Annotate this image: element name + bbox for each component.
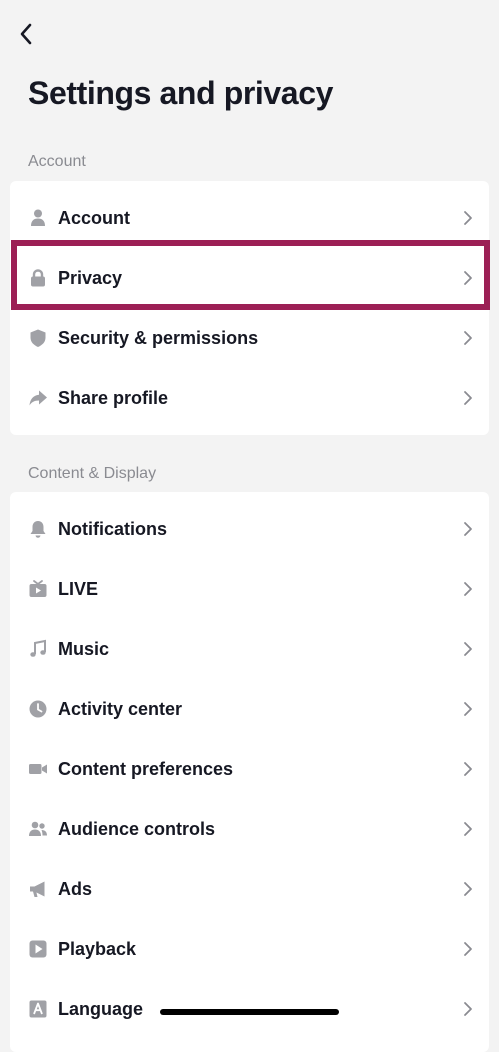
play-icon (28, 939, 48, 959)
shield-icon (28, 328, 48, 348)
chevron-right-icon (463, 941, 473, 957)
settings-item-label: Music (58, 639, 110, 659)
chevron-right-icon (463, 521, 473, 537)
section-header-content-display: Content & Display (28, 465, 157, 482)
settings-item-privacy[interactable]: Privacy (10, 248, 489, 308)
account-settings-card: Account Privacy Security & permissions S… (10, 181, 489, 435)
settings-item-label: Share profile (58, 388, 169, 408)
settings-item-activity-center[interactable]: Activity center (10, 679, 489, 739)
chevron-right-icon (463, 390, 473, 406)
megaphone-icon (28, 879, 48, 899)
settings-item-ads[interactable]: Ads (10, 859, 489, 919)
letter-a-icon (28, 999, 48, 1019)
chevron-right-icon (463, 821, 473, 837)
home-indicator[interactable] (160, 1009, 339, 1015)
chevron-right-icon (463, 881, 473, 897)
settings-item-label: Notifications (58, 519, 168, 539)
clock-icon (28, 699, 48, 719)
settings-item-label: LIVE (58, 579, 99, 599)
settings-item-audience-controls[interactable]: Audience controls (10, 799, 489, 859)
lock-icon (28, 268, 48, 288)
chevron-right-icon (463, 641, 473, 657)
settings-item-label: Privacy (58, 268, 123, 288)
people-icon (28, 819, 48, 839)
person-icon (28, 208, 48, 228)
chevron-right-icon (463, 701, 473, 717)
chevron-right-icon (463, 330, 473, 346)
chevron-right-icon (463, 270, 473, 286)
settings-item-label: Account (58, 208, 130, 228)
chevron-right-icon (463, 761, 473, 777)
settings-item-label: Audience controls (58, 819, 216, 839)
share-arrow-icon (28, 388, 48, 408)
content-display-settings-card: Notifications LIVE Music Activity center… (10, 492, 489, 1052)
tv-icon (28, 579, 48, 599)
settings-item-playback[interactable]: Playback (10, 919, 489, 979)
settings-item-label: Ads (58, 879, 93, 899)
settings-item-share-profile[interactable]: Share profile (10, 368, 489, 428)
chevron-left-icon (18, 22, 34, 51)
chevron-right-icon (463, 210, 473, 226)
settings-item-label: Language (58, 999, 144, 1019)
back-button[interactable] (10, 20, 42, 52)
settings-item-label: Content preferences (58, 759, 234, 779)
settings-item-music[interactable]: Music (10, 619, 489, 679)
page-title: Settings and privacy (28, 75, 333, 111)
settings-item-label: Activity center (58, 699, 183, 719)
settings-item-account[interactable]: Account (10, 188, 489, 248)
chevron-right-icon (463, 1001, 473, 1017)
settings-item-label: Playback (58, 939, 137, 959)
settings-item-label: Security & permissions (58, 328, 259, 348)
settings-item-live[interactable]: LIVE (10, 559, 489, 619)
settings-item-content-preferences[interactable]: Content preferences (10, 739, 489, 799)
section-header-account: Account (28, 153, 86, 170)
settings-item-security-permissions[interactable]: Security & permissions (10, 308, 489, 368)
music-note-icon (28, 639, 48, 659)
chevron-right-icon (463, 581, 473, 597)
bell-icon (28, 519, 48, 539)
video-camera-icon (28, 759, 48, 779)
settings-item-notifications[interactable]: Notifications (10, 499, 489, 559)
